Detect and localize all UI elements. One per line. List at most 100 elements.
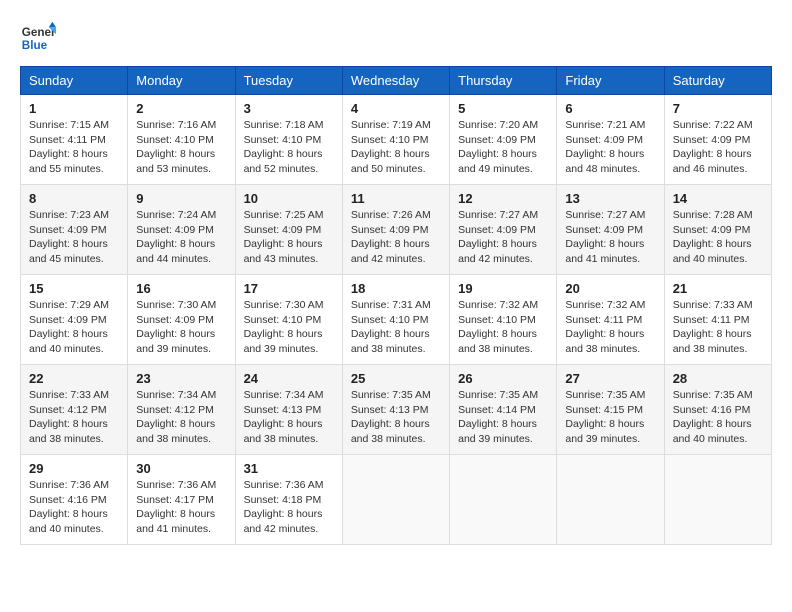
calendar-cell: 29 Sunrise: 7:36 AMSunset: 4:16 PMDaylig… bbox=[21, 455, 128, 545]
calendar-cell: 6 Sunrise: 7:21 AMSunset: 4:09 PMDayligh… bbox=[557, 95, 664, 185]
day-info: Sunrise: 7:35 AMSunset: 4:16 PMDaylight:… bbox=[673, 388, 763, 447]
day-number: 5 bbox=[458, 101, 548, 116]
calendar-cell: 14 Sunrise: 7:28 AMSunset: 4:09 PMDaylig… bbox=[664, 185, 771, 275]
weekday-header-thursday: Thursday bbox=[450, 67, 557, 95]
day-info: Sunrise: 7:33 AMSunset: 4:11 PMDaylight:… bbox=[673, 298, 763, 357]
calendar-cell: 26 Sunrise: 7:35 AMSunset: 4:14 PMDaylig… bbox=[450, 365, 557, 455]
day-number: 21 bbox=[673, 281, 763, 296]
day-number: 27 bbox=[565, 371, 655, 386]
calendar-week-row: 8 Sunrise: 7:23 AMSunset: 4:09 PMDayligh… bbox=[21, 185, 772, 275]
calendar-week-row: 1 Sunrise: 7:15 AMSunset: 4:11 PMDayligh… bbox=[21, 95, 772, 185]
calendar-cell: 11 Sunrise: 7:26 AMSunset: 4:09 PMDaylig… bbox=[342, 185, 449, 275]
day-number: 22 bbox=[29, 371, 119, 386]
calendar-cell: 19 Sunrise: 7:32 AMSunset: 4:10 PMDaylig… bbox=[450, 275, 557, 365]
calendar-cell: 20 Sunrise: 7:32 AMSunset: 4:11 PMDaylig… bbox=[557, 275, 664, 365]
day-info: Sunrise: 7:32 AMSunset: 4:11 PMDaylight:… bbox=[565, 298, 655, 357]
calendar-cell: 27 Sunrise: 7:35 AMSunset: 4:15 PMDaylig… bbox=[557, 365, 664, 455]
calendar-cell: 28 Sunrise: 7:35 AMSunset: 4:16 PMDaylig… bbox=[664, 365, 771, 455]
day-info: Sunrise: 7:27 AMSunset: 4:09 PMDaylight:… bbox=[458, 208, 548, 267]
day-info: Sunrise: 7:27 AMSunset: 4:09 PMDaylight:… bbox=[565, 208, 655, 267]
calendar-cell: 9 Sunrise: 7:24 AMSunset: 4:09 PMDayligh… bbox=[128, 185, 235, 275]
day-info: Sunrise: 7:18 AMSunset: 4:10 PMDaylight:… bbox=[244, 118, 334, 177]
day-info: Sunrise: 7:30 AMSunset: 4:09 PMDaylight:… bbox=[136, 298, 226, 357]
day-number: 29 bbox=[29, 461, 119, 476]
calendar-cell: 22 Sunrise: 7:33 AMSunset: 4:12 PMDaylig… bbox=[21, 365, 128, 455]
calendar-cell: 2 Sunrise: 7:16 AMSunset: 4:10 PMDayligh… bbox=[128, 95, 235, 185]
calendar-week-row: 22 Sunrise: 7:33 AMSunset: 4:12 PMDaylig… bbox=[21, 365, 772, 455]
weekday-header-sunday: Sunday bbox=[21, 67, 128, 95]
day-info: Sunrise: 7:35 AMSunset: 4:15 PMDaylight:… bbox=[565, 388, 655, 447]
calendar-cell bbox=[557, 455, 664, 545]
day-number: 26 bbox=[458, 371, 548, 386]
day-number: 14 bbox=[673, 191, 763, 206]
day-info: Sunrise: 7:32 AMSunset: 4:10 PMDaylight:… bbox=[458, 298, 548, 357]
day-info: Sunrise: 7:20 AMSunset: 4:09 PMDaylight:… bbox=[458, 118, 548, 177]
day-info: Sunrise: 7:36 AMSunset: 4:16 PMDaylight:… bbox=[29, 478, 119, 537]
day-info: Sunrise: 7:34 AMSunset: 4:12 PMDaylight:… bbox=[136, 388, 226, 447]
calendar-cell: 4 Sunrise: 7:19 AMSunset: 4:10 PMDayligh… bbox=[342, 95, 449, 185]
calendar-body: 1 Sunrise: 7:15 AMSunset: 4:11 PMDayligh… bbox=[21, 95, 772, 545]
day-info: Sunrise: 7:36 AMSunset: 4:18 PMDaylight:… bbox=[244, 478, 334, 537]
calendar-cell: 13 Sunrise: 7:27 AMSunset: 4:09 PMDaylig… bbox=[557, 185, 664, 275]
calendar-cell bbox=[450, 455, 557, 545]
day-info: Sunrise: 7:25 AMSunset: 4:09 PMDaylight:… bbox=[244, 208, 334, 267]
calendar-cell: 25 Sunrise: 7:35 AMSunset: 4:13 PMDaylig… bbox=[342, 365, 449, 455]
svg-text:Blue: Blue bbox=[22, 39, 48, 52]
calendar-cell: 21 Sunrise: 7:33 AMSunset: 4:11 PMDaylig… bbox=[664, 275, 771, 365]
day-info: Sunrise: 7:16 AMSunset: 4:10 PMDaylight:… bbox=[136, 118, 226, 177]
day-info: Sunrise: 7:30 AMSunset: 4:10 PMDaylight:… bbox=[244, 298, 334, 357]
weekday-header-monday: Monday bbox=[128, 67, 235, 95]
weekday-header-wednesday: Wednesday bbox=[342, 67, 449, 95]
day-number: 10 bbox=[244, 191, 334, 206]
day-info: Sunrise: 7:34 AMSunset: 4:13 PMDaylight:… bbox=[244, 388, 334, 447]
calendar-table: SundayMondayTuesdayWednesdayThursdayFrid… bbox=[20, 66, 772, 545]
day-info: Sunrise: 7:29 AMSunset: 4:09 PMDaylight:… bbox=[29, 298, 119, 357]
calendar-header: SundayMondayTuesdayWednesdayThursdayFrid… bbox=[21, 67, 772, 95]
calendar-cell: 15 Sunrise: 7:29 AMSunset: 4:09 PMDaylig… bbox=[21, 275, 128, 365]
day-number: 17 bbox=[244, 281, 334, 296]
calendar-cell: 24 Sunrise: 7:34 AMSunset: 4:13 PMDaylig… bbox=[235, 365, 342, 455]
day-number: 11 bbox=[351, 191, 441, 206]
weekday-header-row: SundayMondayTuesdayWednesdayThursdayFrid… bbox=[21, 67, 772, 95]
day-number: 30 bbox=[136, 461, 226, 476]
day-number: 7 bbox=[673, 101, 763, 116]
calendar-cell: 23 Sunrise: 7:34 AMSunset: 4:12 PMDaylig… bbox=[128, 365, 235, 455]
calendar-week-row: 15 Sunrise: 7:29 AMSunset: 4:09 PMDaylig… bbox=[21, 275, 772, 365]
day-info: Sunrise: 7:36 AMSunset: 4:17 PMDaylight:… bbox=[136, 478, 226, 537]
logo-icon: General Blue bbox=[20, 20, 56, 56]
calendar-cell bbox=[664, 455, 771, 545]
calendar-cell: 7 Sunrise: 7:22 AMSunset: 4:09 PMDayligh… bbox=[664, 95, 771, 185]
day-number: 2 bbox=[136, 101, 226, 116]
day-info: Sunrise: 7:24 AMSunset: 4:09 PMDaylight:… bbox=[136, 208, 226, 267]
day-number: 4 bbox=[351, 101, 441, 116]
day-number: 12 bbox=[458, 191, 548, 206]
calendar-week-row: 29 Sunrise: 7:36 AMSunset: 4:16 PMDaylig… bbox=[21, 455, 772, 545]
day-number: 15 bbox=[29, 281, 119, 296]
weekday-header-tuesday: Tuesday bbox=[235, 67, 342, 95]
day-number: 18 bbox=[351, 281, 441, 296]
day-number: 9 bbox=[136, 191, 226, 206]
weekday-header-saturday: Saturday bbox=[664, 67, 771, 95]
day-info: Sunrise: 7:22 AMSunset: 4:09 PMDaylight:… bbox=[673, 118, 763, 177]
day-number: 31 bbox=[244, 461, 334, 476]
calendar-cell: 16 Sunrise: 7:30 AMSunset: 4:09 PMDaylig… bbox=[128, 275, 235, 365]
day-number: 28 bbox=[673, 371, 763, 386]
day-number: 25 bbox=[351, 371, 441, 386]
calendar-cell: 10 Sunrise: 7:25 AMSunset: 4:09 PMDaylig… bbox=[235, 185, 342, 275]
calendar-cell: 3 Sunrise: 7:18 AMSunset: 4:10 PMDayligh… bbox=[235, 95, 342, 185]
calendar-cell: 8 Sunrise: 7:23 AMSunset: 4:09 PMDayligh… bbox=[21, 185, 128, 275]
day-number: 1 bbox=[29, 101, 119, 116]
day-info: Sunrise: 7:35 AMSunset: 4:14 PMDaylight:… bbox=[458, 388, 548, 447]
day-number: 19 bbox=[458, 281, 548, 296]
day-info: Sunrise: 7:26 AMSunset: 4:09 PMDaylight:… bbox=[351, 208, 441, 267]
page-header: General Blue bbox=[20, 20, 772, 56]
day-info: Sunrise: 7:21 AMSunset: 4:09 PMDaylight:… bbox=[565, 118, 655, 177]
calendar-cell: 1 Sunrise: 7:15 AMSunset: 4:11 PMDayligh… bbox=[21, 95, 128, 185]
calendar-cell: 5 Sunrise: 7:20 AMSunset: 4:09 PMDayligh… bbox=[450, 95, 557, 185]
calendar-cell: 17 Sunrise: 7:30 AMSunset: 4:10 PMDaylig… bbox=[235, 275, 342, 365]
day-number: 13 bbox=[565, 191, 655, 206]
calendar-cell: 12 Sunrise: 7:27 AMSunset: 4:09 PMDaylig… bbox=[450, 185, 557, 275]
day-info: Sunrise: 7:28 AMSunset: 4:09 PMDaylight:… bbox=[673, 208, 763, 267]
day-number: 24 bbox=[244, 371, 334, 386]
day-number: 23 bbox=[136, 371, 226, 386]
